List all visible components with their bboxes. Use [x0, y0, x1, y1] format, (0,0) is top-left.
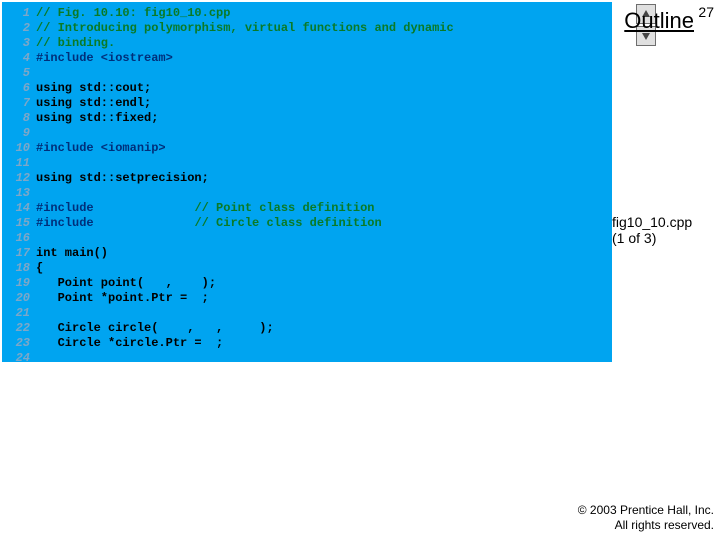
copyright-line2: All rights reserved. [615, 518, 714, 532]
line-number: 10 [2, 141, 36, 156]
code-text [36, 231, 612, 246]
caption-filename: fig10_10.cpp [612, 214, 692, 230]
code-text: Circle circle( , , ); [36, 321, 612, 336]
code-line: 16 [2, 231, 612, 246]
code-pane: 1// Fig. 10.10: fig10_10.cpp2// Introduc… [2, 2, 612, 362]
line-number: 9 [2, 126, 36, 141]
line-number: 16 [2, 231, 36, 246]
code-line: 11 [2, 156, 612, 171]
code-line: 1// Fig. 10.10: fig10_10.cpp [2, 6, 612, 21]
line-number: 4 [2, 51, 36, 66]
code-line: 13 [2, 186, 612, 201]
code-text: #include <iomanip> [36, 141, 612, 156]
line-number: 8 [2, 111, 36, 126]
code-line: 21 [2, 306, 612, 321]
line-number: 20 [2, 291, 36, 306]
code-text [36, 156, 612, 171]
code-line: 6using std::cout; [2, 81, 612, 96]
code-line: 9 [2, 126, 612, 141]
code-line: 3// binding. [2, 36, 612, 51]
code-line: 12using std::setprecision; [2, 171, 612, 186]
code-text: { [36, 261, 612, 276]
code-line: 23 Circle *circle.Ptr = ; [2, 336, 612, 351]
line-number: 3 [2, 36, 36, 51]
code-text: #include // Circle class definition [36, 216, 612, 231]
line-number: 1 [2, 6, 36, 21]
page-number: 27 [698, 4, 714, 20]
code-line: 24 [2, 351, 612, 366]
outline-heading: Outline [624, 8, 694, 34]
code-text: // binding. [36, 36, 612, 51]
line-number: 5 [2, 66, 36, 81]
slide-root: 27 Outline 1// Fig. 10.10: fig10_10.cpp2… [0, 0, 720, 540]
code-line: 7using std::endl; [2, 96, 612, 111]
code-text: // Introducing polymorphism, virtual fun… [36, 21, 612, 36]
code-text: Circle *circle.Ptr = ; [36, 336, 612, 351]
line-number: 15 [2, 216, 36, 231]
line-number: 7 [2, 96, 36, 111]
code-text: // Fig. 10.10: fig10_10.cpp [36, 6, 612, 21]
line-number: 2 [2, 21, 36, 36]
line-number: 19 [2, 276, 36, 291]
code-line: 4#include <iostream> [2, 51, 612, 66]
code-text [36, 186, 612, 201]
code-line: 5 [2, 66, 612, 81]
code-text: using std::setprecision; [36, 171, 612, 186]
line-number: 13 [2, 186, 36, 201]
code-text [36, 126, 612, 141]
code-line: 17int main() [2, 246, 612, 261]
code-text: using std::fixed; [36, 111, 612, 126]
line-number: 22 [2, 321, 36, 336]
code-text: Point *point.Ptr = ; [36, 291, 612, 306]
code-line: 15#include // Circle class definition [2, 216, 612, 231]
line-number: 21 [2, 306, 36, 321]
code-text: #include <iostream> [36, 51, 612, 66]
line-number: 11 [2, 156, 36, 171]
code-text: int main() [36, 246, 612, 261]
code-line: 22 Circle circle( , , ); [2, 321, 612, 336]
copyright: © 2003 Prentice Hall, Inc. All rights re… [578, 503, 714, 534]
code-text [36, 66, 612, 81]
line-number: 14 [2, 201, 36, 216]
line-number: 6 [2, 81, 36, 96]
line-number: 12 [2, 171, 36, 186]
line-number: 23 [2, 336, 36, 351]
code-line: 19 Point point( , ); [2, 276, 612, 291]
copyright-line1: © 2003 Prentice Hall, Inc. [578, 503, 714, 517]
line-number: 24 [2, 351, 36, 366]
code-text [36, 306, 612, 321]
code-text [36, 351, 612, 366]
code-line: 14#include // Point class definition [2, 201, 612, 216]
code-line: 2// Introducing polymorphism, virtual fu… [2, 21, 612, 36]
code-line: 20 Point *point.Ptr = ; [2, 291, 612, 306]
figure-caption: fig10_10.cpp (1 of 3) [612, 214, 712, 246]
code-line: 8using std::fixed; [2, 111, 612, 126]
line-number: 18 [2, 261, 36, 276]
code-text: Point point( , ); [36, 276, 612, 291]
code-line: 10#include <iomanip> [2, 141, 612, 156]
line-number: 17 [2, 246, 36, 261]
code-line: 18{ [2, 261, 612, 276]
caption-part: (1 of 3) [612, 230, 656, 246]
code-text: #include // Point class definition [36, 201, 612, 216]
code-text: using std::cout; [36, 81, 612, 96]
code-text: using std::endl; [36, 96, 612, 111]
